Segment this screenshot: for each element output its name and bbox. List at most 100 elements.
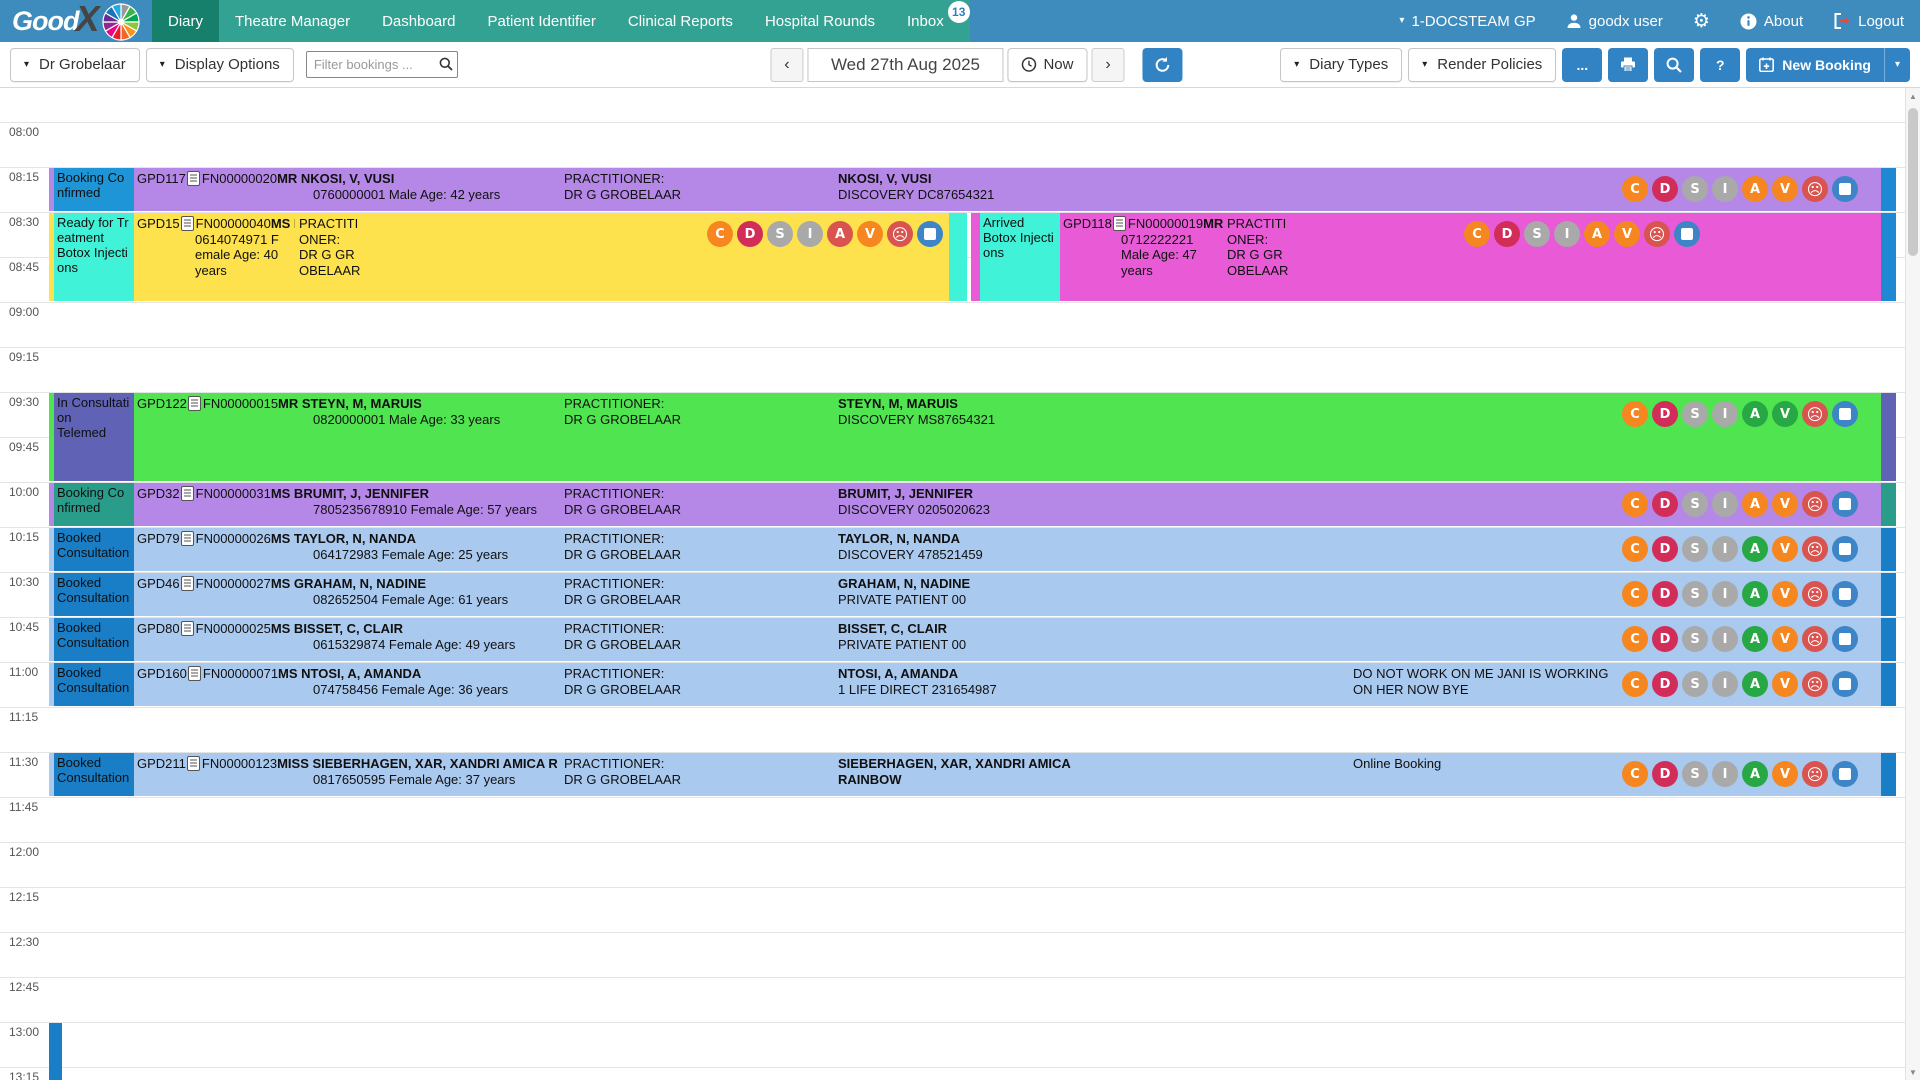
booking-gpd211[interactable]: BookedConsultationGPD211FN00000123MISS S…	[49, 753, 1896, 796]
row-icon-d[interactable]: D	[1652, 626, 1678, 652]
note-icon[interactable]	[1832, 581, 1858, 607]
row-icon-s[interactable]: S	[1682, 401, 1708, 427]
sad-face-icon[interactable]: ☹	[887, 221, 913, 247]
about-button[interactable]: About	[1740, 13, 1803, 30]
row-icon-v[interactable]: V	[1772, 626, 1798, 652]
booking-gpd117[interactable]: Booking ConfirmedGPD117FN00000020MR NKOS…	[49, 168, 1896, 211]
row-icon-a[interactable]: A	[1742, 626, 1768, 652]
booking-stub[interactable]	[49, 1023, 62, 1080]
row-icon-c[interactable]: C	[1622, 491, 1648, 517]
note-icon[interactable]	[917, 221, 943, 247]
row-icon-i[interactable]: I	[1554, 221, 1580, 247]
logout-button[interactable]: Logout	[1833, 13, 1904, 30]
row-icon-a[interactable]: A	[1742, 671, 1768, 697]
row-icon-i[interactable]: I	[1712, 581, 1738, 607]
more-options-button[interactable]: ...	[1562, 48, 1602, 82]
row-icon-c[interactable]: C	[1622, 626, 1648, 652]
sad-face-icon[interactable]: ☹	[1802, 761, 1828, 787]
sad-face-icon[interactable]: ☹	[1802, 176, 1828, 202]
row-icon-c[interactable]: C	[1464, 221, 1490, 247]
sad-face-icon[interactable]: ☹	[1802, 401, 1828, 427]
row-icon-v[interactable]: V	[1772, 761, 1798, 787]
tab-diary[interactable]: Diary	[152, 0, 219, 42]
row-icon-d[interactable]: D	[1652, 671, 1678, 697]
row-icon-v[interactable]: V	[1772, 401, 1798, 427]
sad-face-icon[interactable]: ☹	[1802, 626, 1828, 652]
row-icon-a[interactable]: A	[1584, 221, 1610, 247]
tab-hospital-rounds[interactable]: Hospital Rounds	[749, 0, 891, 42]
search-button[interactable]	[1654, 48, 1694, 82]
sad-face-icon[interactable]: ☹	[1644, 221, 1670, 247]
booking-gpd15[interactable]: Ready for TreatmentBotox InjectionsGPD15…	[49, 213, 967, 301]
tab-clinical-reports[interactable]: Clinical Reports	[612, 0, 749, 42]
row-icon-i[interactable]: I	[1712, 671, 1738, 697]
row-icon-a[interactable]: A	[1742, 401, 1768, 427]
sad-face-icon[interactable]: ☹	[1802, 671, 1828, 697]
sad-face-icon[interactable]: ☹	[1802, 536, 1828, 562]
refresh-button[interactable]	[1142, 48, 1182, 82]
display-options-dropdown[interactable]: ▾ Display Options	[146, 48, 294, 82]
row-icon-i[interactable]: I	[1712, 401, 1738, 427]
note-icon[interactable]	[1832, 761, 1858, 787]
row-icon-c[interactable]: C	[1622, 761, 1648, 787]
row-icon-v[interactable]: V	[1772, 536, 1798, 562]
print-button[interactable]	[1608, 48, 1648, 82]
user-menu[interactable]: goodx user	[1566, 13, 1663, 30]
row-icon-v[interactable]: V	[1772, 491, 1798, 517]
help-button[interactable]: ?	[1700, 48, 1740, 82]
practice-selector[interactable]: ▾ 1-DOCSTEAM GP	[1399, 13, 1535, 30]
tab-patient-identifier[interactable]: Patient Identifier	[471, 0, 611, 42]
next-day-button[interactable]: ›	[1091, 48, 1124, 82]
row-icon-d[interactable]: D	[1652, 176, 1678, 202]
filter-bookings-input[interactable]	[306, 51, 458, 78]
note-icon[interactable]	[1832, 176, 1858, 202]
note-icon[interactable]	[1832, 536, 1858, 562]
row-icon-d[interactable]: D	[1494, 221, 1520, 247]
row-icon-v[interactable]: V	[857, 221, 883, 247]
diary-types-dropdown[interactable]: ▾ Diary Types	[1280, 48, 1402, 82]
row-icon-i[interactable]: I	[797, 221, 823, 247]
scroll-up-arrow-icon[interactable]: ▲	[1906, 88, 1920, 104]
row-icon-d[interactable]: D	[1652, 581, 1678, 607]
row-icon-s[interactable]: S	[1682, 671, 1708, 697]
tab-dashboard[interactable]: Dashboard	[366, 0, 471, 42]
row-icon-d[interactable]: D	[1652, 761, 1678, 787]
note-icon[interactable]	[1832, 671, 1858, 697]
note-icon[interactable]	[1832, 626, 1858, 652]
row-icon-a[interactable]: A	[827, 221, 853, 247]
row-icon-v[interactable]: V	[1772, 581, 1798, 607]
now-button[interactable]: Now	[1007, 48, 1087, 82]
row-icon-a[interactable]: A	[1742, 536, 1768, 562]
date-display[interactable]: Wed 27th Aug 2025	[807, 48, 1003, 82]
row-icon-a[interactable]: A	[1742, 491, 1768, 517]
booking-gpd118[interactable]: ArrivedBotox InjectionsGPD118FN00000019M…	[971, 213, 1896, 301]
row-icon-a[interactable]: A	[1742, 761, 1768, 787]
row-icon-s[interactable]: S	[1682, 176, 1708, 202]
note-icon[interactable]	[1674, 221, 1700, 247]
row-icon-s[interactable]: S	[1524, 221, 1550, 247]
row-icon-s[interactable]: S	[767, 221, 793, 247]
row-icon-c[interactable]: C	[1622, 176, 1648, 202]
row-icon-s[interactable]: S	[1682, 761, 1708, 787]
render-policies-dropdown[interactable]: ▾ Render Policies	[1408, 48, 1556, 82]
row-icon-v[interactable]: V	[1614, 221, 1640, 247]
vertical-scrollbar[interactable]: ▲ ▼	[1905, 88, 1920, 1080]
tab-inbox[interactable]: Inbox13	[891, 0, 960, 42]
row-icon-i[interactable]: I	[1712, 176, 1738, 202]
row-icon-c[interactable]: C	[1622, 671, 1648, 697]
booking-gpd80[interactable]: BookedConsultationGPD80FN00000025MS BISS…	[49, 618, 1896, 661]
row-icon-d[interactable]: D	[1652, 536, 1678, 562]
row-icon-c[interactable]: C	[1622, 536, 1648, 562]
previous-day-button[interactable]: ‹	[770, 48, 803, 82]
row-icon-v[interactable]: V	[1772, 671, 1798, 697]
booking-gpd79[interactable]: BookedConsultationGPD79FN00000026MS TAYL…	[49, 528, 1896, 571]
row-icon-v[interactable]: V	[1772, 176, 1798, 202]
row-icon-c[interactable]: C	[1622, 581, 1648, 607]
scroll-down-arrow-icon[interactable]: ▼	[1906, 1064, 1920, 1080]
new-booking-dropdown-arrow[interactable]: ▾	[1884, 48, 1910, 82]
sad-face-icon[interactable]: ☹	[1802, 581, 1828, 607]
row-icon-i[interactable]: I	[1712, 491, 1738, 517]
row-icon-d[interactable]: D	[1652, 491, 1678, 517]
sad-face-icon[interactable]: ☹	[1802, 491, 1828, 517]
new-booking-button[interactable]: New Booking	[1746, 48, 1884, 82]
